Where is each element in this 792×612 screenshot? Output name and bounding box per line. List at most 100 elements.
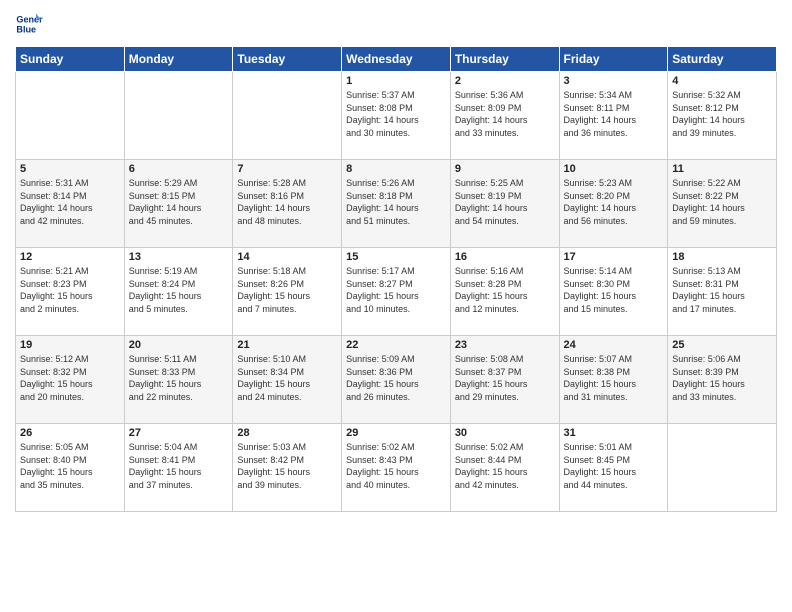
calendar-cell: 22 Sunrise: 5:09 AMSunset: 8:36 PMDayligh… bbox=[342, 336, 451, 424]
logo-icon: General Blue bbox=[15, 10, 43, 38]
day-number: 26 bbox=[20, 427, 120, 439]
page: General Blue SundayMondayTuesdayWednesda… bbox=[0, 0, 792, 612]
cell-info: Sunrise: 5:17 AMSunset: 8:27 PMDaylight:… bbox=[346, 265, 446, 315]
cell-info: Sunrise: 5:32 AMSunset: 8:12 PMDaylight:… bbox=[672, 89, 772, 139]
cell-info: Sunrise: 5:05 AMSunset: 8:40 PMDaylight:… bbox=[20, 441, 120, 491]
calendar-cell: 19 Sunrise: 5:12 AMSunset: 8:32 PMDayligh… bbox=[16, 336, 125, 424]
calendar-cell bbox=[16, 72, 125, 160]
day-number: 7 bbox=[237, 163, 337, 175]
col-header-wednesday: Wednesday bbox=[342, 47, 451, 72]
day-number: 17 bbox=[564, 251, 664, 263]
calendar-cell: 7 Sunrise: 5:28 AMSunset: 8:16 PMDaylight… bbox=[233, 160, 342, 248]
calendar-cell: 16Sunrise: 5:16 AMSunset: 8:28 PMDayligh… bbox=[450, 248, 559, 336]
calendar-cell: 23Sunrise: 5:08 AMSunset: 8:37 PMDayligh… bbox=[450, 336, 559, 424]
calendar-cell: 9 Sunrise: 5:25 AMSunset: 8:19 PMDaylight… bbox=[450, 160, 559, 248]
col-header-thursday: Thursday bbox=[450, 47, 559, 72]
day-number: 18 bbox=[672, 251, 772, 263]
day-number: 22 bbox=[346, 339, 446, 351]
day-number: 24 bbox=[564, 339, 664, 351]
calendar-cell: 4 Sunrise: 5:32 AMSunset: 8:12 PMDaylight… bbox=[668, 72, 777, 160]
day-number: 31 bbox=[564, 427, 664, 439]
day-number: 14 bbox=[237, 251, 337, 263]
day-number: 30 bbox=[455, 427, 555, 439]
calendar-cell: 21 Sunrise: 5:10 AMSunset: 8:34 PMDayligh… bbox=[233, 336, 342, 424]
cell-info: Sunrise: 5:16 AMSunset: 8:28 PMDaylight:… bbox=[455, 265, 555, 315]
cell-info: Sunrise: 5:14 AMSunset: 8:30 PMDaylight:… bbox=[564, 265, 664, 315]
calendar-cell: 2 Sunrise: 5:36 AMSunset: 8:09 PMDaylight… bbox=[450, 72, 559, 160]
day-number: 6 bbox=[129, 163, 229, 175]
col-header-tuesday: Tuesday bbox=[233, 47, 342, 72]
calendar-cell: 29 Sunrise: 5:02 AMSunset: 8:43 PMDayligh… bbox=[342, 424, 451, 512]
calendar-cell: 13 Sunrise: 5:19 AMSunset: 8:24 PMDayligh… bbox=[124, 248, 233, 336]
cell-info: Sunrise: 5:36 AMSunset: 8:09 PMDaylight:… bbox=[455, 89, 555, 139]
cell-info: Sunrise: 5:23 AMSunset: 8:20 PMDaylight:… bbox=[564, 177, 664, 227]
day-number: 10 bbox=[564, 163, 664, 175]
day-number: 4 bbox=[672, 75, 772, 87]
cell-info: Sunrise: 5:02 AMSunset: 8:43 PMDaylight:… bbox=[346, 441, 446, 491]
calendar-cell: 11Sunrise: 5:22 AMSunset: 8:22 PMDayligh… bbox=[668, 160, 777, 248]
calendar-cell: 17 Sunrise: 5:14 AMSunset: 8:30 PMDayligh… bbox=[559, 248, 668, 336]
calendar-cell: 6 Sunrise: 5:29 AMSunset: 8:15 PMDaylight… bbox=[124, 160, 233, 248]
calendar-cell bbox=[124, 72, 233, 160]
day-number: 5 bbox=[20, 163, 120, 175]
cell-info: Sunrise: 5:02 AMSunset: 8:44 PMDaylight:… bbox=[455, 441, 555, 491]
day-number: 20 bbox=[129, 339, 229, 351]
day-number: 23 bbox=[455, 339, 555, 351]
col-header-friday: Friday bbox=[559, 47, 668, 72]
col-header-saturday: Saturday bbox=[668, 47, 777, 72]
header: General Blue bbox=[15, 10, 777, 38]
day-number: 21 bbox=[237, 339, 337, 351]
calendar: SundayMondayTuesdayWednesdayThursdayFrid… bbox=[15, 46, 777, 512]
calendar-cell: 1 Sunrise: 5:37 AMSunset: 8:08 PMDaylight… bbox=[342, 72, 451, 160]
week-row-2: 5 Sunrise: 5:31 AMSunset: 8:14 PMDaylight… bbox=[16, 160, 777, 248]
calendar-cell: 25Sunrise: 5:06 AMSunset: 8:39 PMDayligh… bbox=[668, 336, 777, 424]
svg-text:General: General bbox=[16, 15, 43, 25]
cell-info: Sunrise: 5:31 AMSunset: 8:14 PMDaylight:… bbox=[20, 177, 120, 227]
cell-info: Sunrise: 5:13 AMSunset: 8:31 PMDaylight:… bbox=[672, 265, 772, 315]
col-header-monday: Monday bbox=[124, 47, 233, 72]
cell-info: Sunrise: 5:37 AMSunset: 8:08 PMDaylight:… bbox=[346, 89, 446, 139]
week-row-3: 12Sunrise: 5:21 AMSunset: 8:23 PMDayligh… bbox=[16, 248, 777, 336]
cell-info: Sunrise: 5:34 AMSunset: 8:11 PMDaylight:… bbox=[564, 89, 664, 139]
calendar-cell: 18 Sunrise: 5:13 AMSunset: 8:31 PMDayligh… bbox=[668, 248, 777, 336]
week-row-1: 1 Sunrise: 5:37 AMSunset: 8:08 PMDaylight… bbox=[16, 72, 777, 160]
calendar-cell: 3 Sunrise: 5:34 AMSunset: 8:11 PMDaylight… bbox=[559, 72, 668, 160]
cell-info: Sunrise: 5:28 AMSunset: 8:16 PMDaylight:… bbox=[237, 177, 337, 227]
calendar-cell: 27Sunrise: 5:04 AMSunset: 8:41 PMDayligh… bbox=[124, 424, 233, 512]
cell-info: Sunrise: 5:09 AMSunset: 8:36 PMDaylight:… bbox=[346, 353, 446, 403]
day-number: 29 bbox=[346, 427, 446, 439]
day-number: 28 bbox=[237, 427, 337, 439]
calendar-cell: 30 Sunrise: 5:02 AMSunset: 8:44 PMDayligh… bbox=[450, 424, 559, 512]
cell-info: Sunrise: 5:29 AMSunset: 8:15 PMDaylight:… bbox=[129, 177, 229, 227]
cell-info: Sunrise: 5:26 AMSunset: 8:18 PMDaylight:… bbox=[346, 177, 446, 227]
cell-info: Sunrise: 5:10 AMSunset: 8:34 PMDaylight:… bbox=[237, 353, 337, 403]
day-number: 2 bbox=[455, 75, 555, 87]
calendar-cell: 28 Sunrise: 5:03 AMSunset: 8:42 PMDayligh… bbox=[233, 424, 342, 512]
calendar-cell: 24 Sunrise: 5:07 AMSunset: 8:38 PMDayligh… bbox=[559, 336, 668, 424]
week-row-4: 19 Sunrise: 5:12 AMSunset: 8:32 PMDayligh… bbox=[16, 336, 777, 424]
calendar-cell: 5 Sunrise: 5:31 AMSunset: 8:14 PMDaylight… bbox=[16, 160, 125, 248]
cell-info: Sunrise: 5:19 AMSunset: 8:24 PMDaylight:… bbox=[129, 265, 229, 315]
cell-info: Sunrise: 5:04 AMSunset: 8:41 PMDaylight:… bbox=[129, 441, 229, 491]
col-header-sunday: Sunday bbox=[16, 47, 125, 72]
cell-info: Sunrise: 5:03 AMSunset: 8:42 PMDaylight:… bbox=[237, 441, 337, 491]
day-number: 1 bbox=[346, 75, 446, 87]
cell-info: Sunrise: 5:01 AMSunset: 8:45 PMDaylight:… bbox=[564, 441, 664, 491]
cell-info: Sunrise: 5:25 AMSunset: 8:19 PMDaylight:… bbox=[455, 177, 555, 227]
logo: General Blue bbox=[15, 10, 47, 38]
calendar-cell: 15 Sunrise: 5:17 AMSunset: 8:27 PMDayligh… bbox=[342, 248, 451, 336]
cell-info: Sunrise: 5:21 AMSunset: 8:23 PMDaylight:… bbox=[20, 265, 120, 315]
day-number: 3 bbox=[564, 75, 664, 87]
cell-info: Sunrise: 5:12 AMSunset: 8:32 PMDaylight:… bbox=[20, 353, 120, 403]
cell-info: Sunrise: 5:11 AMSunset: 8:33 PMDaylight:… bbox=[129, 353, 229, 403]
day-number: 25 bbox=[672, 339, 772, 351]
cell-info: Sunrise: 5:07 AMSunset: 8:38 PMDaylight:… bbox=[564, 353, 664, 403]
day-number: 19 bbox=[20, 339, 120, 351]
calendar-cell: 26 Sunrise: 5:05 AMSunset: 8:40 PMDayligh… bbox=[16, 424, 125, 512]
calendar-cell: 12Sunrise: 5:21 AMSunset: 8:23 PMDayligh… bbox=[16, 248, 125, 336]
day-number: 9 bbox=[455, 163, 555, 175]
day-number: 8 bbox=[346, 163, 446, 175]
calendar-cell: 20 Sunrise: 5:11 AMSunset: 8:33 PMDayligh… bbox=[124, 336, 233, 424]
day-number: 13 bbox=[129, 251, 229, 263]
day-number: 15 bbox=[346, 251, 446, 263]
